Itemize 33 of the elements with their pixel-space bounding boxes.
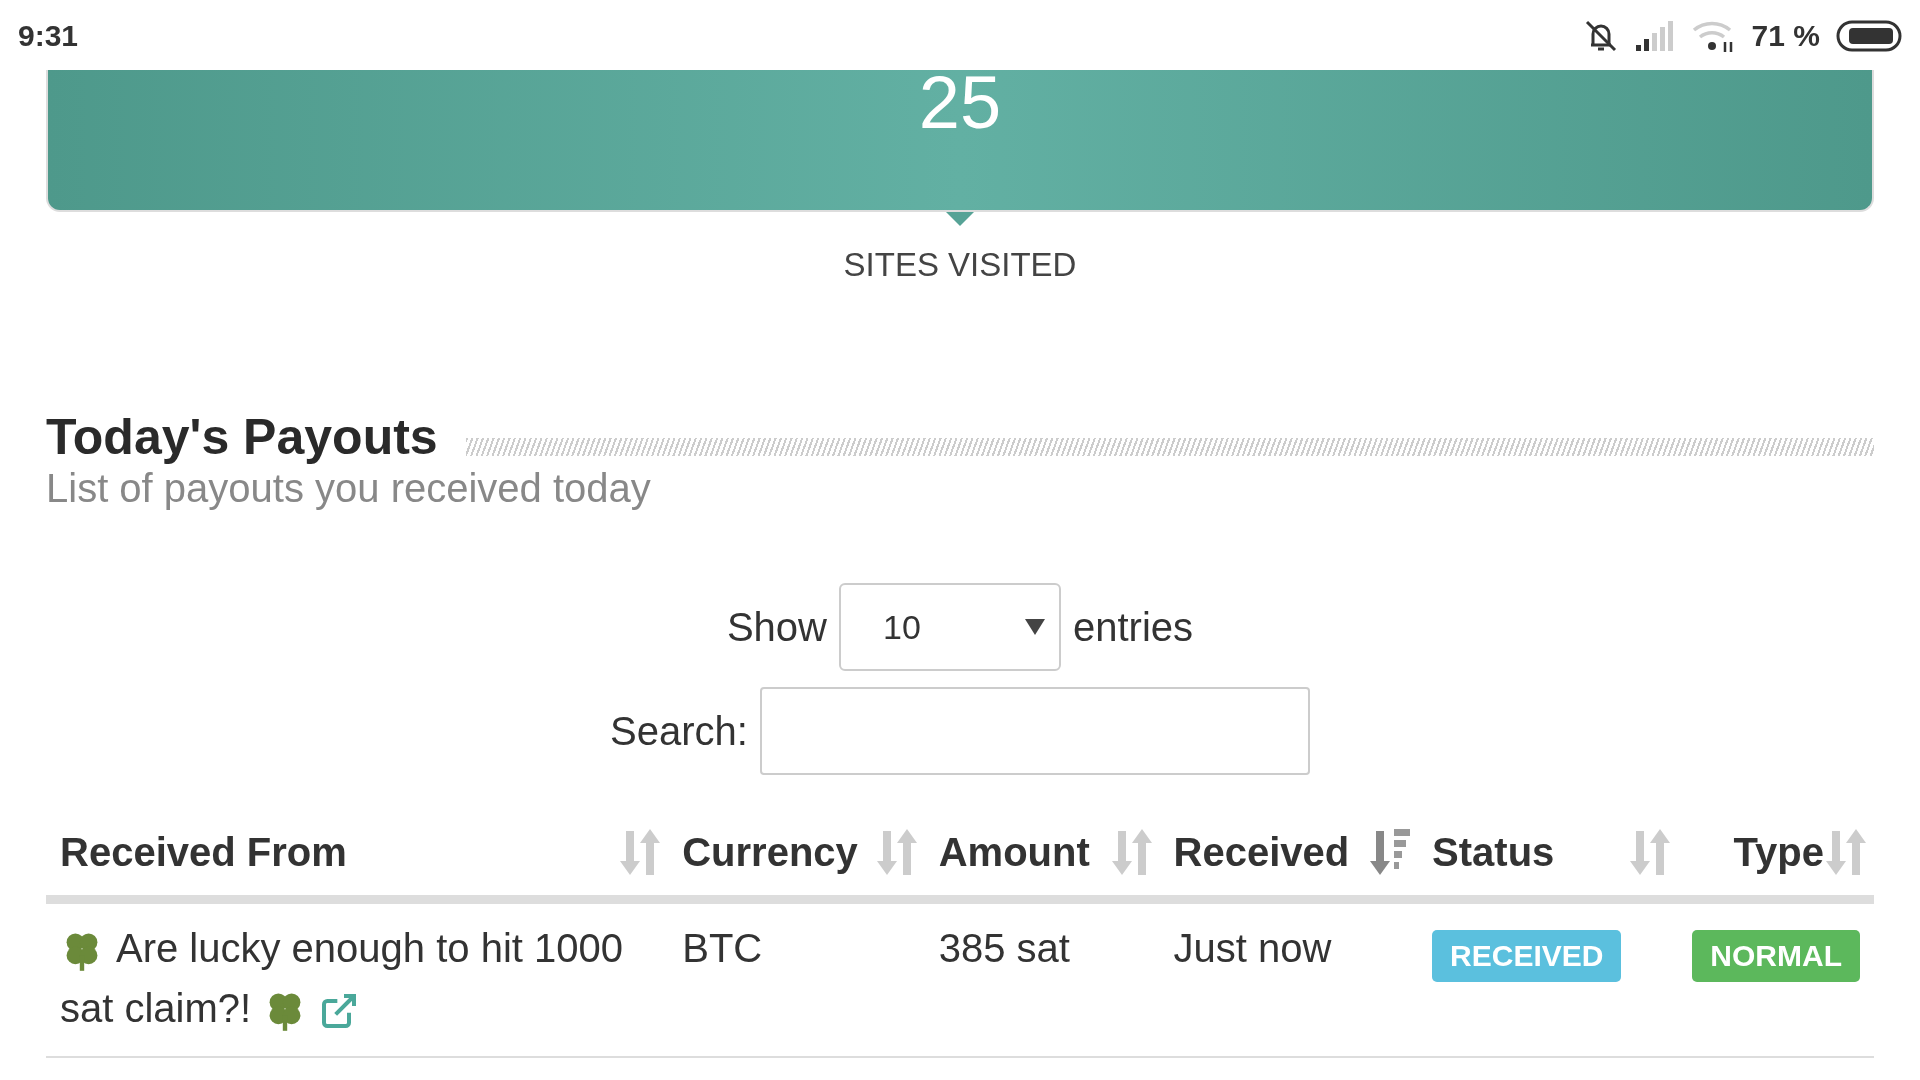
sort-icon[interactable] — [874, 827, 919, 877]
sort-icon[interactable] — [1368, 827, 1413, 877]
column-header[interactable]: Currency — [668, 811, 925, 900]
column-header[interactable]: Amount — [924, 811, 1160, 900]
status-time: 9:31 — [18, 19, 79, 53]
type-badge: NORMAL — [1692, 930, 1860, 982]
battery-icon — [1836, 20, 1902, 52]
battery-percent: 71 % — [1751, 19, 1820, 53]
sort-icon[interactable] — [1628, 827, 1673, 877]
column-header[interactable]: Received — [1159, 811, 1419, 900]
table-cell: Just now — [1159, 899, 1419, 1057]
stat-label: SITES VISITED — [843, 246, 1077, 284]
table-cell: BTC — [668, 899, 925, 1057]
table-cell: Are lucky enough to hit 1000 sat claim?! — [46, 899, 669, 1057]
entries-select[interactable]: 10 — [839, 583, 1061, 671]
column-header[interactable]: Status — [1418, 811, 1679, 900]
sort-icon[interactable] — [618, 827, 663, 877]
entries-label: entries — [1073, 604, 1194, 650]
column-header[interactable]: Type — [1678, 811, 1874, 900]
section-title: Today's Payouts — [46, 412, 438, 462]
status-badge: RECEIVED — [1432, 930, 1622, 982]
table-cell: 385 sat — [924, 899, 1160, 1057]
search-label: Search: — [610, 708, 748, 754]
show-label: Show — [726, 604, 827, 650]
signal-icon — [1635, 21, 1676, 51]
stat-value: 25 — [918, 70, 1002, 140]
sort-icon[interactable] — [1109, 827, 1154, 877]
section-subtitle: List of payouts you received today — [46, 466, 652, 511]
banner-pointer — [946, 212, 974, 226]
sort-icon[interactable] — [1824, 827, 1868, 877]
search-field[interactable] — [759, 687, 1310, 775]
column-header[interactable]: Received From — [46, 811, 669, 900]
dropdown-arrow-icon — [1025, 619, 1045, 635]
